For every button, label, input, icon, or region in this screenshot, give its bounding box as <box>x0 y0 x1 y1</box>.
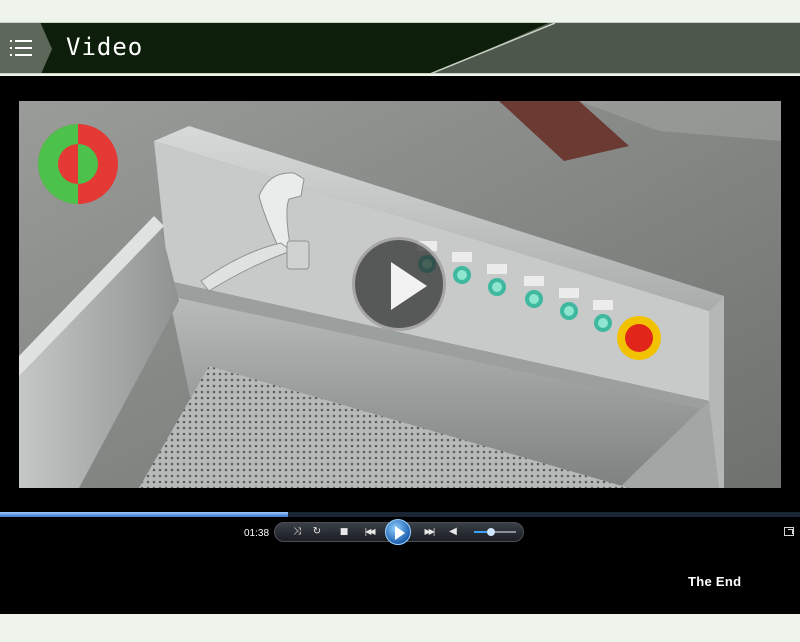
end-label: The End <box>688 574 742 589</box>
next-icon[interactable]: ▶▶| <box>417 525 441 539</box>
page-title: Video <box>66 33 144 61</box>
fullscreen-icon[interactable] <box>784 527 794 536</box>
header-divider-line <box>430 23 556 73</box>
page-header: Video <box>0 22 800 74</box>
shuffle-icon[interactable]: ⤨ <box>290 525 304 539</box>
list-menu-icon[interactable] <box>10 39 32 57</box>
big-play-icon[interactable] <box>352 237 446 331</box>
previous-icon[interactable]: |◀◀ <box>357 525 381 539</box>
volume-icon[interactable]: ◀ <box>446 525 460 539</box>
video-frame[interactable] <box>19 101 781 488</box>
current-time: 01:38 <box>244 528 270 539</box>
repeat-icon[interactable]: ↻ <box>310 525 324 539</box>
stop-icon[interactable]: ■ <box>337 525 351 539</box>
seek-bar-fill <box>0 512 288 517</box>
volume-slider-knob[interactable] <box>486 528 495 536</box>
play-icon[interactable] <box>385 519 411 545</box>
volume-slider[interactable] <box>474 528 516 536</box>
video-player: 01:38 ⤨ ↻ ■ |◀◀ ▶▶| ◀ The End <box>0 76 800 614</box>
brand-logo <box>37 123 119 205</box>
seek-bar[interactable] <box>0 512 800 517</box>
